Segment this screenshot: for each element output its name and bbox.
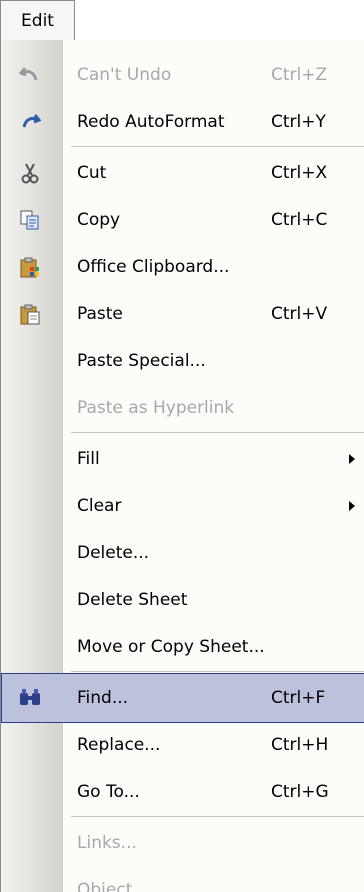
menu-item-label: Replace... [77,735,161,755]
menu-item-object: Object [1,865,364,892]
menu-item-shortcut: Ctrl+Z [271,65,328,85]
menu-item-cut[interactable]: Cut Ctrl+X [1,148,364,198]
menu-item-go-to[interactable]: Go To... Ctrl+G [1,767,364,817]
menu-item-shortcut: Ctrl+X [271,163,328,183]
menu-item-label: Paste Special... [77,351,206,371]
menu-item-label: Paste as Hyperlink [77,398,235,418]
menu-separator [71,816,364,817]
edit-dropdown-menu: Can't Undo Ctrl+Z Redo AutoFormat Ctrl+Y… [0,39,364,892]
menu-item-shortcut: Ctrl+H [271,735,329,755]
menu-item-fill[interactable]: Fill [1,434,364,484]
menu-item-label: Can't Undo [77,65,172,85]
office-clipboard-icon [17,254,43,280]
menu-item-delete-sheet[interactable]: Delete Sheet [1,575,364,625]
menu-item-label: Copy [77,210,121,230]
menu-item-copy[interactable]: Copy Ctrl+C [1,195,364,245]
menu-item-move-or-copy-sheet[interactable]: Move or Copy Sheet... [1,622,364,672]
menu-item-label: Object [77,880,133,892]
menu-item-label: Delete Sheet [77,590,188,610]
menu-item-office-clipboard[interactable]: Office Clipboard... [1,242,364,292]
menu-item-label: Clear [77,496,122,516]
menu-item-paste-as-hyperlink: Paste as Hyperlink [1,383,364,433]
binoculars-icon [17,685,43,711]
menu-item-shortcut: Ctrl+F [271,688,326,708]
menu-item-paste[interactable]: Paste Ctrl+V [1,289,364,339]
menu-item-label: Cut [77,163,107,183]
menu-separator [71,432,364,433]
edit-menu-tab[interactable]: Edit [0,0,75,40]
menu-separator [71,671,364,672]
menu-item-label: Move or Copy Sheet... [77,637,265,657]
menu-item-label: Redo AutoFormat [77,112,225,132]
menu-item-shortcut: Ctrl+G [271,782,329,802]
menu-item-label: Office Clipboard... [77,257,230,277]
menu-item-links: Links... [1,818,364,868]
menu-item-paste-special[interactable]: Paste Special... [1,336,364,386]
menu-separator [71,146,364,147]
menu-item-find[interactable]: Find... Ctrl+F [1,673,364,723]
menu-item-replace[interactable]: Replace... Ctrl+H [1,720,364,770]
scissors-icon [17,160,43,186]
edit-menu-title: Edit [21,10,54,31]
redo-icon [17,109,43,135]
menu-item-shortcut: Ctrl+Y [271,112,326,132]
menu-item-shortcut: Ctrl+V [271,304,328,324]
menu-item-label: Delete... [77,543,150,563]
menu-item-clear[interactable]: Clear [1,481,364,531]
undo-icon [17,62,43,88]
menu-item-label: Paste [77,304,123,324]
menu-item-shortcut: Ctrl+C [271,210,328,230]
menu-item-redo-autoformat[interactable]: Redo AutoFormat Ctrl+Y [1,97,364,147]
menu-item-label: Find... [77,688,129,708]
menu-item-undo: Can't Undo Ctrl+Z [1,50,364,100]
menu-item-label: Fill [77,449,100,469]
copy-icon [17,207,43,233]
submenu-arrow-icon [349,454,355,464]
paste-icon [17,301,43,327]
menu-item-label: Go To... [77,782,140,802]
submenu-arrow-icon [349,501,355,511]
menu-item-label: Links... [77,833,137,853]
menu-item-delete[interactable]: Delete... [1,528,364,578]
